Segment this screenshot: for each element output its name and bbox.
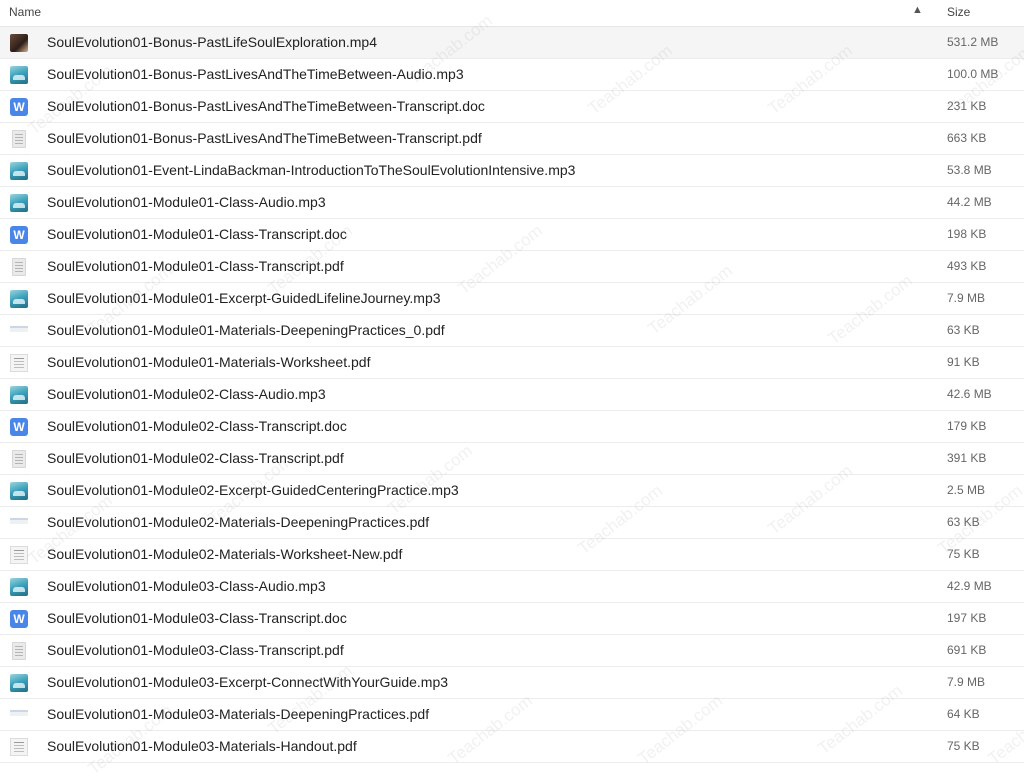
file-row[interactable]: SoulEvolution01-Module01-Materials-Deepe… <box>0 315 1024 347</box>
file-size: 197 KB <box>947 611 987 625</box>
list-header: Name ▲ Size <box>0 0 1024 27</box>
pdf-file-icon <box>10 518 28 524</box>
file-list: SoulEvolution01-Bonus-PastLifeSoulExplor… <box>0 27 1024 763</box>
file-row[interactable]: SoulEvolution01-Module03-Materials-Hando… <box>0 731 1024 763</box>
chevron-up-icon[interactable]: ▲ <box>912 4 923 16</box>
audio-file-icon <box>10 482 28 500</box>
pdf-file-icon <box>10 326 28 332</box>
file-name[interactable]: SoulEvolution01-Module03-Materials-Hando… <box>47 738 357 754</box>
audio-file-icon <box>10 386 28 404</box>
file-size: 100.0 MB <box>947 67 999 81</box>
file-name[interactable]: SoulEvolution01-Module02-Excerpt-GuidedC… <box>47 482 459 498</box>
file-name[interactable]: SoulEvolution01-Module03-Excerpt-Connect… <box>47 674 448 690</box>
file-row[interactable]: SoulEvolution01-Module01-Class-Transcrip… <box>0 251 1024 283</box>
file-size: 91 KB <box>947 355 980 369</box>
file-name[interactable]: SoulEvolution01-Module02-Class-Transcrip… <box>47 450 344 466</box>
file-row[interactable]: SoulEvolution01-Event-LindaBackman-Intro… <box>0 155 1024 187</box>
file-size: 2.5 MB <box>947 483 986 497</box>
file-name[interactable]: SoulEvolution01-Module03-Materials-Deepe… <box>47 706 429 722</box>
file-row[interactable]: SoulEvolution01-Module02-Excerpt-GuidedC… <box>0 475 1024 507</box>
file-name[interactable]: SoulEvolution01-Module02-Materials-Works… <box>47 546 402 562</box>
pdf-file-icon <box>10 354 28 372</box>
word-doc-icon: W <box>10 610 28 628</box>
file-name[interactable]: SoulEvolution01-Bonus-PastLivesAndTheTim… <box>47 98 485 114</box>
file-row[interactable]: SoulEvolution01-Module03-Excerpt-Connect… <box>0 667 1024 699</box>
file-name[interactable]: SoulEvolution01-Module02-Class-Transcrip… <box>47 418 347 434</box>
audio-file-icon <box>10 66 28 84</box>
file-name[interactable]: SoulEvolution01-Event-LindaBackman-Intro… <box>47 162 575 178</box>
file-name[interactable]: SoulEvolution01-Module01-Materials-Deepe… <box>47 322 445 338</box>
pdf-file-icon <box>12 130 26 148</box>
file-size: 493 KB <box>947 259 987 273</box>
file-name[interactable]: SoulEvolution01-Module03-Class-Audio.mp3 <box>47 578 326 594</box>
file-size: 63 KB <box>947 515 980 529</box>
word-doc-icon: W <box>10 418 28 436</box>
file-row[interactable]: SoulEvolution01-Bonus-PastLivesAndTheTim… <box>0 123 1024 155</box>
file-row[interactable]: W SoulEvolution01-Bonus-PastLivesAndTheTi… <box>0 91 1024 123</box>
word-doc-icon: W <box>10 226 28 244</box>
file-row[interactable]: W SoulEvolution01-Module03-Class-Transcri… <box>0 603 1024 635</box>
file-size: 7.9 MB <box>947 291 986 305</box>
file-row[interactable]: SoulEvolution01-Module03-Class-Transcrip… <box>0 635 1024 667</box>
file-name[interactable]: SoulEvolution01-Module01-Class-Transcrip… <box>47 258 344 274</box>
file-size: 63 KB <box>947 323 980 337</box>
file-size: 231 KB <box>947 99 987 113</box>
file-size: 691 KB <box>947 643 987 657</box>
audio-file-icon <box>10 194 28 212</box>
file-size: 75 KB <box>947 739 980 753</box>
pdf-file-icon <box>12 450 26 468</box>
pdf-file-icon <box>12 642 26 660</box>
file-name[interactable]: SoulEvolution01-Module02-Materials-Deepe… <box>47 514 429 530</box>
name-column-header[interactable]: Name <box>9 5 41 19</box>
file-row[interactable]: SoulEvolution01-Bonus-PastLivesAndTheTim… <box>0 59 1024 91</box>
file-name[interactable]: SoulEvolution01-Bonus-PastLivesAndTheTim… <box>47 66 464 82</box>
file-row[interactable]: W SoulEvolution01-Module01-Class-Transcri… <box>0 219 1024 251</box>
file-row[interactable]: SoulEvolution01-Module01-Excerpt-GuidedL… <box>0 283 1024 315</box>
file-size: 391 KB <box>947 451 987 465</box>
file-size: 42.6 MB <box>947 387 992 401</box>
file-name[interactable]: SoulEvolution01-Module02-Class-Audio.mp3 <box>47 386 326 402</box>
file-row[interactable]: W SoulEvolution01-Module02-Class-Transcri… <box>0 411 1024 443</box>
file-row[interactable]: SoulEvolution01-Module02-Class-Transcrip… <box>0 443 1024 475</box>
file-name[interactable]: SoulEvolution01-Module01-Class-Audio.mp3 <box>47 194 326 210</box>
file-size: 663 KB <box>947 131 987 145</box>
pdf-file-icon <box>12 258 26 276</box>
audio-file-icon <box>10 674 28 692</box>
file-name[interactable]: SoulEvolution01-Module03-Class-Transcrip… <box>47 642 344 658</box>
audio-file-icon <box>10 578 28 596</box>
word-doc-icon: W <box>10 98 28 116</box>
file-row[interactable]: SoulEvolution01-Bonus-PastLifeSoulExplor… <box>0 27 1024 59</box>
file-row[interactable]: SoulEvolution01-Module02-Materials-Deepe… <box>0 507 1024 539</box>
file-row[interactable]: SoulEvolution01-Module03-Materials-Deepe… <box>0 699 1024 731</box>
file-size: 64 KB <box>947 707 980 721</box>
file-size: 53.8 MB <box>947 163 992 177</box>
file-row[interactable]: SoulEvolution01-Module03-Class-Audio.mp3… <box>0 571 1024 603</box>
file-size: 7.9 MB <box>947 675 986 689</box>
file-row[interactable]: SoulEvolution01-Module01-Class-Audio.mp3… <box>0 187 1024 219</box>
file-name[interactable]: SoulEvolution01-Module01-Materials-Works… <box>47 354 370 370</box>
pdf-file-icon <box>10 738 28 756</box>
file-size: 198 KB <box>947 227 987 241</box>
file-row[interactable]: SoulEvolution01-Module02-Materials-Works… <box>0 539 1024 571</box>
pdf-file-icon <box>10 546 28 564</box>
file-name[interactable]: SoulEvolution01-Bonus-PastLivesAndTheTim… <box>47 130 482 146</box>
file-size: 42.9 MB <box>947 579 992 593</box>
file-size: 531.2 MB <box>947 35 999 49</box>
file-name[interactable]: SoulEvolution01-Module01-Excerpt-GuidedL… <box>47 290 441 306</box>
video-file-icon <box>10 34 28 52</box>
file-size: 75 KB <box>947 547 980 561</box>
audio-file-icon <box>10 162 28 180</box>
file-name[interactable]: SoulEvolution01-Module03-Class-Transcrip… <box>47 610 347 626</box>
file-size: 44.2 MB <box>947 195 992 209</box>
file-row[interactable]: SoulEvolution01-Module02-Class-Audio.mp3… <box>0 379 1024 411</box>
pdf-file-icon <box>10 710 28 716</box>
audio-file-icon <box>10 290 28 308</box>
file-name[interactable]: SoulEvolution01-Bonus-PastLifeSoulExplor… <box>47 34 377 50</box>
file-size: 179 KB <box>947 419 987 433</box>
size-column-header[interactable]: Size <box>947 5 970 19</box>
file-name[interactable]: SoulEvolution01-Module01-Class-Transcrip… <box>47 226 347 242</box>
file-row[interactable]: SoulEvolution01-Module01-Materials-Works… <box>0 347 1024 379</box>
